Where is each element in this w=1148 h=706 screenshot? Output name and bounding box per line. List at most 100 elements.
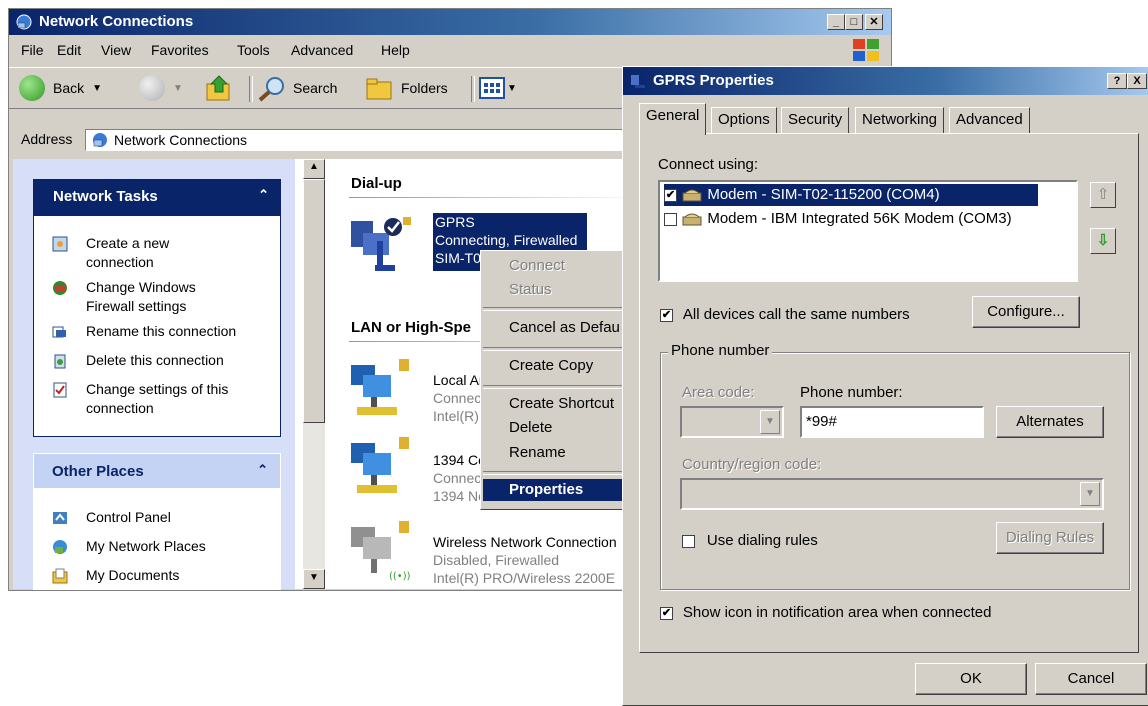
use-dialing-rules-checkbox[interactable] bbox=[682, 534, 695, 548]
ok-button[interactable]: OK bbox=[915, 663, 1027, 695]
dialog-title: GPRS Properties bbox=[653, 72, 774, 89]
my-documents-icon bbox=[52, 568, 68, 584]
menu-help[interactable]: Help bbox=[381, 42, 410, 58]
menu-item-create-shortcut[interactable]: Create Shortcut bbox=[483, 393, 633, 415]
general-tab-page: Connect using: ✔ Modem - SIM-T02-115200 … bbox=[639, 133, 1139, 653]
main-titlebar[interactable]: Network Connections _ □ ✕ bbox=[9, 9, 891, 35]
search-button[interactable]: Search bbox=[257, 74, 337, 102]
forward-dropdown-icon[interactable]: ▼ bbox=[173, 83, 183, 94]
device-row[interactable]: Modem - IBM Integrated 56K Modem (COM3) bbox=[664, 208, 1012, 230]
menu-item-properties[interactable]: Properties bbox=[483, 479, 633, 501]
dropdown-arrow-icon[interactable]: ▼ bbox=[1080, 482, 1100, 506]
area-code-label: Area code: bbox=[682, 384, 755, 401]
forward-button[interactable]: ▼ bbox=[139, 74, 183, 102]
folders-label: Folders bbox=[401, 80, 448, 96]
menu-item-create-copy[interactable]: Create Copy bbox=[483, 355, 633, 377]
wireless-connection-item[interactable]: Wireless Network Connection Disabled, Fi… bbox=[433, 533, 617, 587]
svg-text:((•)): ((•)) bbox=[389, 571, 411, 581]
dialing-rules-button[interactable]: Dialing Rules bbox=[996, 522, 1104, 554]
task-label: Delete this connection bbox=[86, 352, 224, 368]
phone-number-label: Phone number: bbox=[800, 384, 903, 401]
menu-item-cancel-as-default[interactable]: Cancel as Defau bbox=[483, 317, 633, 339]
tab-advanced[interactable]: Advanced bbox=[949, 107, 1030, 133]
scroll-up-button[interactable]: ▲ bbox=[303, 159, 325, 179]
task-label: Change Windows Firewall settings bbox=[86, 279, 196, 314]
close-button[interactable]: X bbox=[1127, 73, 1147, 89]
close-button[interactable]: ✕ bbox=[865, 14, 883, 30]
local-area-connection-item[interactable]: Local Ar Connect Intel(R) I bbox=[433, 371, 487, 425]
minimize-button[interactable]: _ bbox=[827, 14, 845, 30]
menu-favorites[interactable]: Favorites bbox=[151, 42, 209, 58]
settings-check-icon bbox=[53, 382, 67, 398]
network-tasks-panel: Create a new connection Change Windows F… bbox=[33, 215, 281, 437]
network-tasks-title: Network Tasks bbox=[53, 188, 158, 205]
country-region-dropdown[interactable]: ▼ bbox=[680, 478, 1104, 510]
scroll-down-button[interactable]: ▼ bbox=[303, 569, 325, 589]
device-list[interactable]: ✔ Modem - SIM-T02-115200 (COM4) Modem - … bbox=[658, 180, 1078, 282]
network-tasks-header[interactable]: Network Tasks ⌃ bbox=[33, 179, 281, 215]
show-icon-checkbox[interactable]: ✔ bbox=[660, 606, 673, 620]
collapse-chevron-icon[interactable]: ⌃ bbox=[257, 462, 268, 478]
other-places-header[interactable]: Other Places ⌃ bbox=[33, 453, 281, 489]
forward-arrow-icon bbox=[139, 75, 165, 101]
menu-advanced[interactable]: Advanced bbox=[291, 42, 353, 58]
other-places-panel: Control Panel My Network Places My Docum… bbox=[33, 489, 281, 590]
configure-button[interactable]: Configure... bbox=[972, 296, 1080, 328]
back-arrow-icon bbox=[19, 75, 45, 101]
dropdown-arrow-icon[interactable]: ▼ bbox=[760, 410, 780, 434]
tab-options[interactable]: Options bbox=[711, 107, 777, 133]
help-button[interactable]: ? bbox=[1107, 73, 1127, 89]
back-dropdown-icon[interactable]: ▼ bbox=[92, 83, 102, 94]
maximize-button[interactable]: □ bbox=[845, 14, 863, 30]
vertical-scrollbar[interactable]: ▲ ▼ bbox=[303, 159, 325, 589]
search-label: Search bbox=[293, 80, 338, 96]
connection-status: Connecting, Firewalled bbox=[435, 232, 578, 248]
phone-number-input[interactable]: *99# bbox=[800, 406, 984, 438]
scroll-thumb[interactable] bbox=[303, 179, 325, 423]
toolbar-separator bbox=[249, 76, 253, 102]
device-row-selected[interactable]: ✔ Modem - SIM-T02-115200 (COM4) bbox=[664, 184, 1038, 206]
show-icon-row[interactable]: ✔ Show icon in notification area when co… bbox=[660, 604, 991, 621]
back-button[interactable]: Back ▼ bbox=[19, 74, 102, 102]
menu-bar: File Edit View Favorites Tools Advanced … bbox=[9, 39, 891, 63]
up-folder-button[interactable] bbox=[205, 74, 235, 102]
move-down-button[interactable]: ⇩ bbox=[1090, 228, 1116, 254]
move-up-button[interactable]: ⇧ bbox=[1090, 182, 1116, 208]
1394-connection-item[interactable]: 1394 Co Connect 1394 Ne bbox=[433, 451, 486, 505]
all-devices-checkbox-row[interactable]: ✔ All devices call the same numbers bbox=[660, 306, 910, 323]
cancel-button[interactable]: Cancel bbox=[1035, 663, 1147, 695]
menu-tools[interactable]: Tools bbox=[237, 42, 270, 58]
dialup-connection-icon bbox=[631, 75, 645, 88]
all-devices-checkbox[interactable]: ✔ bbox=[660, 308, 673, 322]
menu-item-delete[interactable]: Delete bbox=[483, 417, 633, 439]
tab-general[interactable]: General bbox=[639, 103, 707, 135]
control-panel-icon bbox=[53, 512, 67, 524]
menu-item-rename[interactable]: Rename bbox=[483, 442, 633, 464]
folders-button[interactable]: Folders bbox=[365, 74, 448, 102]
menu-edit[interactable]: Edit bbox=[57, 42, 81, 58]
menu-view[interactable]: View bbox=[101, 42, 131, 58]
device-checkbox[interactable]: ✔ bbox=[664, 188, 677, 202]
connection-name: GPRS bbox=[435, 214, 475, 230]
collapse-chevron-icon[interactable]: ⌃ bbox=[258, 187, 269, 203]
lan-connection-icon bbox=[351, 359, 409, 415]
menu-item-connect[interactable]: Connect bbox=[483, 255, 633, 277]
use-dialing-rules-row[interactable]: Use dialing rules bbox=[682, 532, 818, 549]
menu-item-status[interactable]: Status bbox=[483, 279, 633, 301]
address-value: Network Connections bbox=[114, 132, 248, 148]
menu-file[interactable]: File bbox=[21, 42, 44, 58]
delete-icon bbox=[54, 354, 66, 369]
views-button[interactable]: ▼ bbox=[479, 74, 517, 102]
gprs-properties-dialog: GPRS Properties ? X General Options Secu… bbox=[622, 66, 1148, 706]
views-dropdown-icon[interactable]: ▼ bbox=[507, 83, 517, 94]
area-code-dropdown[interactable]: ▼ bbox=[680, 406, 784, 438]
menu-separator bbox=[483, 307, 633, 311]
device-checkbox[interactable] bbox=[664, 212, 677, 226]
dialog-titlebar[interactable]: GPRS Properties ? X bbox=[623, 67, 1148, 95]
alternates-button[interactable]: Alternates bbox=[996, 406, 1104, 438]
menu-separator bbox=[483, 347, 633, 351]
context-menu: Connect Status Cancel as Defau Create Co… bbox=[480, 250, 640, 510]
place-label: My Network Places bbox=[86, 538, 206, 554]
tab-networking[interactable]: Networking bbox=[855, 107, 945, 133]
tab-security[interactable]: Security bbox=[781, 107, 850, 133]
